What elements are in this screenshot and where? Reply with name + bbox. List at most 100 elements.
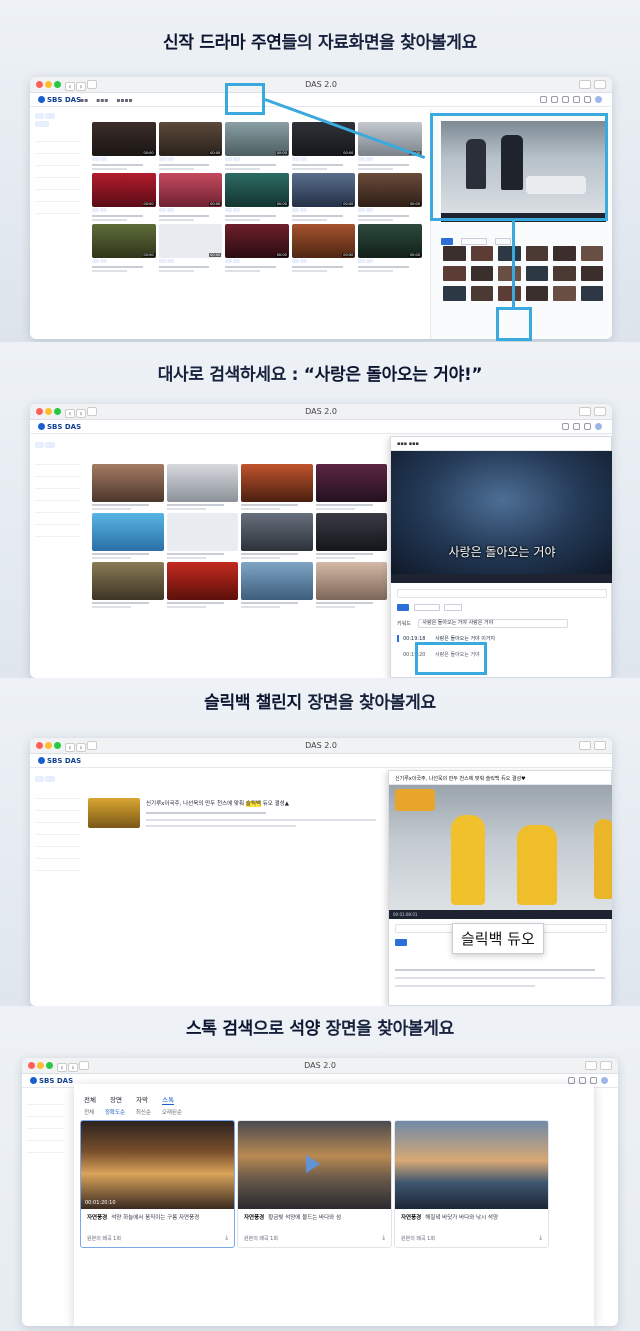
result-card[interactable]: 00:00 (291, 224, 356, 272)
tab-stock[interactable]: 스톡 (162, 1096, 175, 1105)
bell-icon[interactable] (551, 96, 558, 103)
app-bar: SBS DAS (30, 754, 612, 768)
scene-thumbnail[interactable] (88, 798, 140, 828)
logo-icon (38, 423, 45, 430)
stock-card[interactable]: 00:01:20:10 자연풍경 석양 하늘에서 움직이는 구름 자연풍경 원본의… (80, 1120, 235, 1248)
result-card[interactable] (92, 464, 164, 510)
result-card[interactable]: 00:00 (158, 224, 223, 272)
stock-thumbnail[interactable]: 00:01:20:10 (81, 1121, 234, 1209)
section-heading: 슬릭백 챌린지 장면을 찾아볼게요 (0, 688, 640, 713)
result-card[interactable] (92, 562, 164, 608)
star-icon[interactable] (562, 96, 569, 103)
tab-all[interactable]: 전체 (84, 1096, 96, 1104)
logo-icon (38, 757, 45, 764)
heading-bold: 석양 (289, 1019, 320, 1039)
bell-icon[interactable] (573, 423, 580, 430)
upload-icon[interactable] (540, 96, 547, 103)
player-controls[interactable] (391, 574, 612, 583)
avatar[interactable] (595, 423, 602, 430)
result-card[interactable]: 00:00 (92, 122, 156, 170)
stock-meta: 자연풍경 석양 하늘에서 움직이는 구름 자연풍경 (87, 1215, 200, 1221)
refresh-icon[interactable] (395, 939, 407, 946)
logo-icon (30, 1077, 37, 1084)
result-card[interactable] (241, 513, 313, 559)
heading-bold: 슬릭백 챌린지 (204, 693, 302, 713)
stock-card[interactable]: 자연풍경 해질녘 바닷가 바다와 낚시 석양 원본의 왜곡 1회 ⤓ (394, 1120, 549, 1248)
avatar[interactable] (601, 1077, 608, 1084)
play-icon[interactable] (306, 1155, 320, 1173)
result-card[interactable]: 00:00 (225, 122, 289, 170)
bell-icon[interactable] (579, 1077, 586, 1084)
section-slickback: 슬릭백 챌린지 장면을 찾아볼게요 ‹ › DAS 2.0 SBS DAS 신기… (0, 678, 640, 1006)
tabs-icon[interactable] (594, 80, 606, 89)
filter-sidebar (30, 770, 85, 874)
result-card[interactable] (92, 513, 164, 559)
upload-icon[interactable] (562, 423, 569, 430)
result-card[interactable] (166, 464, 238, 510)
menu-icon[interactable] (584, 96, 591, 103)
scene-result-row[interactable]: 신기루x이국주, 나선욱의 만두 천스에 맞춰 슬릭백 듀오 결성▲ (88, 798, 388, 830)
share-icon[interactable] (579, 407, 591, 416)
window-title: DAS 2.0 (305, 741, 337, 750)
download-icon[interactable]: ⤓ (539, 1234, 542, 1242)
result-card[interactable]: 00:00 (225, 224, 289, 272)
stock-results-area: 전체 장면 자막 스톡 전체 정확도순 최신순 오래된순 00:01:20:10 (74, 1084, 594, 1326)
tab-caption[interactable]: 자막 (136, 1096, 148, 1104)
result-card[interactable]: 00:00 (158, 122, 223, 170)
refresh-icon[interactable] (397, 604, 409, 611)
star-icon[interactable] (584, 423, 591, 430)
result-card[interactable] (166, 513, 238, 559)
result-card[interactable] (315, 562, 387, 608)
result-card[interactable]: 00:00 (158, 173, 223, 221)
result-card[interactable]: 00:00 (358, 173, 422, 221)
video-player[interactable]: 사랑은 돌아오는 거야 (391, 451, 612, 574)
page: 신작 드라마 주연들의 자료화면을 찾아볼게요 ‹ › DAS 2.0 SBS D… (0, 0, 640, 1331)
stock-card[interactable]: 자연풍경 황금빛 석양에 물드는 바다와 섬 원본의 왜곡 1회 ⤓ (237, 1120, 392, 1248)
app-bar: SBS DAS ▪▪ ▪▪▪ ▪▪▪▪ (30, 93, 612, 107)
avatar[interactable] (595, 96, 602, 103)
result-card[interactable]: 00:00 (358, 224, 422, 272)
result-card[interactable]: 00:00 (92, 224, 156, 272)
title-bar: ‹ › DAS 2.0 (30, 77, 612, 93)
player-controls[interactable]: 00:01:08:01 (389, 910, 612, 919)
download-icon[interactable]: ⤓ (225, 1234, 228, 1242)
title-bar: ‹ › DAS 2.0 (30, 738, 612, 754)
tab-scene[interactable]: 장면 (110, 1096, 122, 1104)
video-highlight (430, 113, 608, 221)
result-card[interactable] (241, 562, 313, 608)
app-bar: SBS DAS (30, 420, 612, 434)
result-card[interactable]: 00:00 (225, 173, 289, 221)
result-card[interactable]: 00:00 (92, 173, 156, 221)
tabs-icon[interactable] (600, 1061, 612, 1070)
usage-count: 원본의 왜곡 1회 (401, 1236, 435, 1242)
filter-sidebar (30, 436, 85, 540)
result-card[interactable] (166, 562, 238, 608)
timecode-inputs[interactable] (397, 589, 607, 598)
result-card[interactable]: 00:00 (291, 173, 356, 221)
download-icon[interactable]: ⤓ (382, 1234, 385, 1242)
result-card[interactable] (241, 464, 313, 510)
cart-icon[interactable] (573, 96, 580, 103)
share-icon[interactable] (579, 80, 591, 89)
upload-icon[interactable] (568, 1077, 575, 1084)
result-card[interactable] (315, 513, 387, 559)
dialogue-result[interactable]: 00:19:18 사랑은 돌아오는 거야 이거지 (397, 635, 607, 642)
tabs-icon[interactable] (594, 407, 606, 416)
sbs-das-logo: SBS DAS (38, 757, 81, 765)
frame-highlight (496, 307, 532, 341)
share-icon[interactable] (579, 741, 591, 750)
video-player[interactable] (389, 785, 612, 910)
star-icon[interactable] (590, 1077, 597, 1084)
share-icon[interactable] (585, 1061, 597, 1070)
stock-thumbnail[interactable] (238, 1121, 391, 1209)
face-search-highlight (225, 83, 265, 115)
refresh-icon[interactable] (441, 238, 453, 245)
performer (451, 815, 485, 905)
section-heading: 대사로 검색하세요 : “사랑은 돌아오는 거야!” (0, 360, 640, 385)
result-grid: 00:00 00:00 00:00 00:00 00:00 00:00 00:0… (92, 122, 422, 272)
result-card[interactable] (315, 464, 387, 510)
stock-meta: 자연풍경 해질녘 바닷가 바다와 낚시 석양 (401, 1215, 499, 1221)
tabs-icon[interactable] (594, 741, 606, 750)
keyword-input[interactable]: 사랑은 돌아오는 거야 사랑은 거야 (418, 619, 569, 628)
stock-thumbnail[interactable] (395, 1121, 548, 1209)
